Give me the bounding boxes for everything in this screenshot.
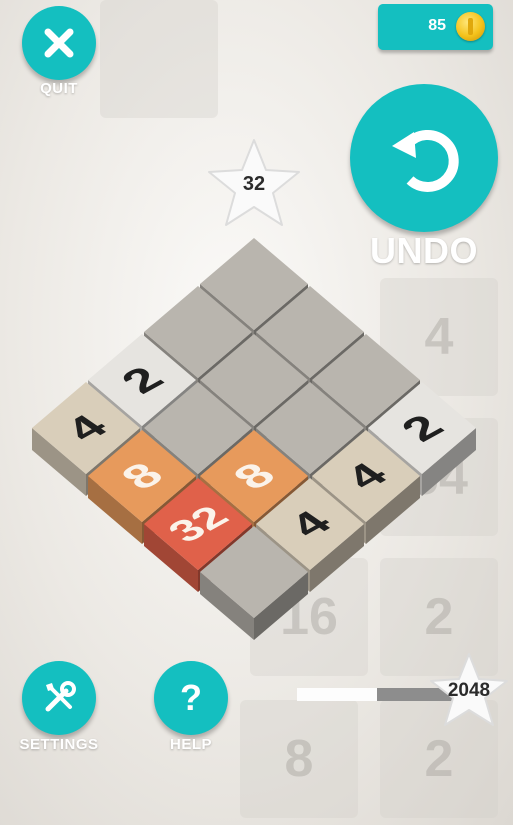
goal-progress-fill [297,688,377,701]
help-label: HELP [169,736,212,753]
question-mark-icon: ? [180,677,202,718]
wrench-screwdriver-icon [45,681,76,712]
settings-button[interactable] [22,661,96,735]
goal-value: 2048 [448,680,490,701]
goal-star: 2048 [430,653,508,726]
help-button[interactable]: ? [154,661,228,735]
settings-label: SETTINGS [19,736,99,753]
